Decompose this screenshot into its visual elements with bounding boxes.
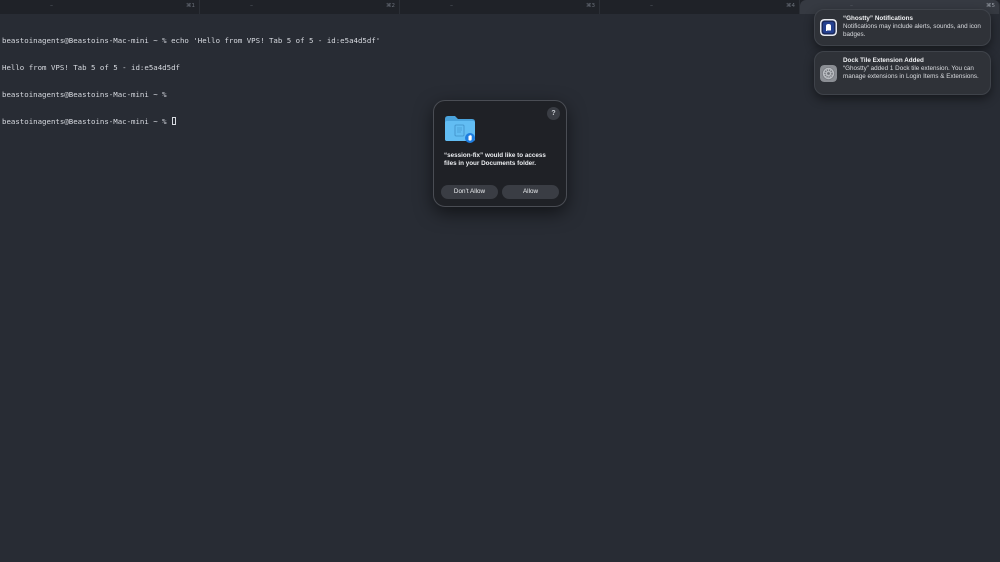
dont-allow-button[interactable]: Don’t Allow [441,185,498,199]
tab-shortcut: ⌘5 [986,3,995,9]
tab-4[interactable]: – ⌘4 [600,0,800,14]
allow-button[interactable]: Allow [502,185,559,199]
terminal-prompt-line: beastoinagents@Beastoins-Mac-mini ~ % [2,117,380,126]
terminal-prompt: beastoinagents@Beastoins-Mac-mini ~ % [2,117,172,126]
tab-close-icon[interactable]: – [850,2,853,9]
tab-close-icon[interactable]: – [250,2,253,9]
tab-2[interactable]: – ⌘2 [200,0,400,14]
terminal-line: Hello from VPS! Tab 5 of 5 - id:e5a4d5df [2,63,180,72]
tab-close-icon[interactable]: – [450,2,453,9]
notification-dock-tile[interactable]: Dock Tile Extension Added “Ghostty” adde… [814,51,991,95]
tab-shortcut: ⌘2 [386,3,395,9]
tab-close-icon[interactable]: – [50,2,53,9]
notification-ghostty[interactable]: “Ghostty” Notifications Notifications ma… [814,9,991,46]
tab-shortcut: ⌘3 [586,3,595,9]
terminal-cursor [172,117,177,125]
help-button[interactable]: ? [547,107,560,120]
tab-shortcut: ⌘4 [786,3,795,9]
terminal-line: beastoinagents@Beastoins-Mac-mini ~ % [2,90,167,99]
notification-title: “Ghostty” Notifications [843,15,913,22]
terminal-output[interactable]: beastoinagents@Beastoins-Mac-mini ~ % ec… [2,18,380,144]
tab-1[interactable]: – ⌘1 [0,0,200,14]
notification-body: “Ghostty” added 1 Dock tile extension. Y… [843,65,979,81]
ghostty-app-icon [820,19,837,36]
notification-title: Dock Tile Extension Added [843,57,924,64]
screen: – ⌘1 – ⌘2 – ⌘3 – ⌘4 – ⌘5 beastoinagents@… [0,0,1000,562]
terminal-line: beastoinagents@Beastoins-Mac-mini ~ % ec… [2,36,381,45]
documents-folder-icon [445,116,475,143]
system-settings-gear-icon [820,65,837,82]
tab-shortcut: ⌘1 [186,3,195,9]
permission-dialog: ? “session-fix” would like to access fil… [433,100,567,207]
tab-3[interactable]: – ⌘3 [400,0,600,14]
dialog-message: “session-fix” would like to access files… [444,152,546,167]
notification-body: Notifications may include alerts, sounds… [843,23,981,39]
tab-close-icon[interactable]: – [650,2,653,9]
